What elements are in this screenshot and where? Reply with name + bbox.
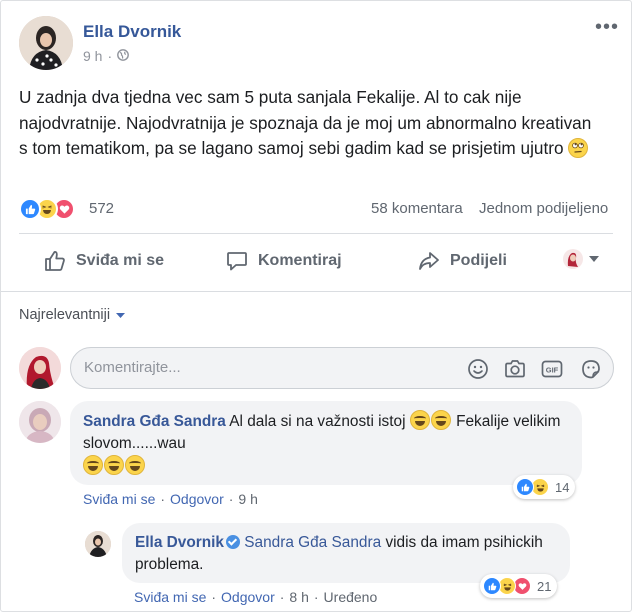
- globe-icon: [117, 48, 130, 64]
- meta-separator: ·: [160, 491, 166, 507]
- comment-input[interactable]: [84, 359, 444, 376]
- edited-label[interactable]: Uređeno: [324, 589, 378, 605]
- share-label: Podijeli: [450, 252, 507, 269]
- comment-label: Komentiraj: [258, 252, 342, 269]
- page-avatar-icon: [563, 249, 583, 269]
- laughing-emoji-icon: [104, 455, 124, 475]
- reply-reactions[interactable]: 21: [480, 574, 558, 598]
- meta-separator: ·: [228, 491, 234, 507]
- react-as-selector[interactable]: [563, 249, 600, 269]
- verified-badge-icon: [225, 535, 240, 549]
- author-avatar[interactable]: [19, 16, 73, 70]
- comment-button[interactable]: Komentiraj: [225, 249, 342, 273]
- caret-down-icon: [116, 307, 126, 323]
- comment-bubble-icon: [225, 249, 249, 273]
- reaction-summary[interactable]: [19, 198, 75, 220]
- post-card: Ella Dvornik 9 h · ••• U zadnja dva tjed…: [0, 0, 632, 612]
- laughing-emoji-icon: [409, 410, 430, 430]
- comment-author[interactable]: Sandra Gđa Sandra: [83, 413, 226, 430]
- laughing-emoji-icon: [430, 410, 451, 430]
- reply-author-avatar[interactable]: [85, 531, 111, 557]
- rolling-eyes-emoji-icon: [568, 138, 589, 158]
- reply-reply-link[interactable]: Odgovor: [221, 589, 275, 605]
- comment-text-part1: Al dala si na važnosti istoj: [229, 413, 406, 430]
- gif-icon[interactable]: GIF: [539, 356, 565, 382]
- laughing-emoji-icon: [83, 455, 103, 475]
- reaction-count[interactable]: 572: [89, 200, 114, 217]
- reply-time[interactable]: 8 h: [289, 589, 308, 605]
- sticker-icon[interactable]: [578, 356, 604, 382]
- emoji-picker-icon[interactable]: [465, 356, 491, 382]
- divider: [1, 291, 631, 292]
- svg-text:GIF: GIF: [546, 366, 559, 375]
- comment-reactions[interactable]: 14: [513, 475, 576, 499]
- post-time[interactable]: 9 h: [83, 48, 102, 64]
- comment-reply-link[interactable]: Odgovor: [170, 491, 224, 507]
- like-label: Sviđa mi se: [76, 252, 165, 269]
- share-arrow-icon: [417, 249, 441, 273]
- camera-icon[interactable]: [502, 356, 528, 382]
- reply-like-link[interactable]: Sviđa mi se: [134, 589, 206, 605]
- comment-time[interactable]: 9 h: [238, 491, 257, 507]
- meta-separator: ·: [279, 589, 285, 605]
- shares-count-link[interactable]: Jednom podijeljeno: [479, 200, 608, 217]
- divider: [19, 233, 613, 234]
- comment-reaction-count: 14: [555, 479, 570, 495]
- like-reaction-icon: [19, 198, 41, 220]
- comments-count-link[interactable]: 58 komentara: [371, 200, 463, 217]
- comment-actions: Sviđa mi se · Odgovor · 9 h: [83, 491, 258, 507]
- thumbs-up-icon: [43, 249, 67, 273]
- comment-composer[interactable]: GIF: [70, 347, 614, 389]
- current-user-avatar: [19, 347, 61, 389]
- more-options-button[interactable]: •••: [595, 17, 619, 37]
- post-author-name[interactable]: Ella Dvornik: [83, 22, 181, 42]
- like-button[interactable]: Sviđa mi se: [43, 249, 164, 273]
- reply-mention[interactable]: Sandra Gđa Sandra: [244, 534, 381, 551]
- reply-reaction-count: 21: [537, 578, 552, 594]
- commenter-avatar[interactable]: [19, 401, 61, 443]
- post-meta: 9 h ·: [83, 48, 130, 64]
- comment-sort-dropdown[interactable]: Najrelevantniji: [19, 307, 126, 323]
- comment-bubble: Sandra Gđa Sandra Al dala si na važnosti…: [70, 401, 582, 485]
- meta-separator: ·: [107, 48, 113, 64]
- share-button[interactable]: Podijeli: [417, 249, 507, 273]
- meta-separator: ·: [313, 589, 319, 605]
- sort-label: Najrelevantniji: [19, 307, 111, 323]
- chevron-down-icon: [588, 255, 600, 263]
- reply-author[interactable]: Ella Dvornik: [135, 534, 224, 551]
- like-reaction-icon: [516, 478, 534, 496]
- post-body: U zadnja dva tjedna vec sam 5 puta sanja…: [19, 87, 592, 158]
- post-text: U zadnja dva tjedna vec sam 5 puta sanja…: [19, 85, 599, 162]
- comment-like-link[interactable]: Sviđa mi se: [83, 491, 155, 507]
- reply-actions: Sviđa mi se · Odgovor · 8 h · Uređeno: [134, 589, 377, 605]
- like-reaction-icon: [483, 577, 501, 595]
- laughing-emoji-icon: [125, 455, 145, 475]
- meta-separator: ·: [211, 589, 217, 605]
